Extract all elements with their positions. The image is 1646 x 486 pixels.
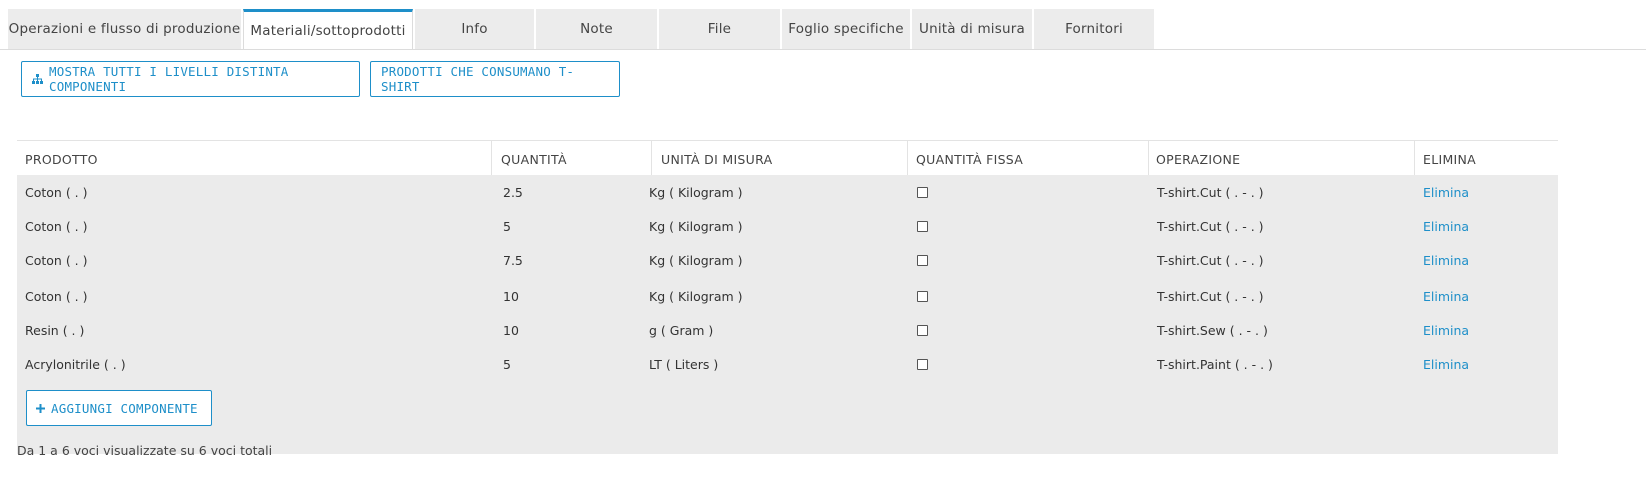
fixed-quantity-checkbox[interactable] xyxy=(917,359,928,370)
header-quantita-fissa[interactable]: QUANTITÀ FISSA xyxy=(916,152,1023,167)
table-header: PRODOTTO QUANTITÀ UNITÀ DI MISURA QUANTI… xyxy=(17,140,1558,175)
cell-quantita: 7.5 xyxy=(503,253,523,268)
cell-quantita: 2.5 xyxy=(503,185,523,200)
header-operazione[interactable]: OPERAZIONE xyxy=(1156,152,1240,167)
cell-operazione: T-shirt.Cut ( . - . ) xyxy=(1157,185,1264,200)
delete-link[interactable]: Elimina xyxy=(1423,185,1469,200)
table-row: Coton ( . ) 7.5 Kg ( Kilogram ) T-shirt.… xyxy=(17,244,1558,278)
cell-prodotto: Coton ( . ) xyxy=(25,289,88,304)
tab-file[interactable]: File xyxy=(659,9,780,49)
tab-foglio-specifiche[interactable]: Foglio specifiche xyxy=(782,9,910,49)
tab-note[interactable]: Note xyxy=(536,9,657,49)
delete-link[interactable]: Elimina xyxy=(1423,323,1469,338)
tab-fornitori[interactable]: Fornitori xyxy=(1034,9,1154,49)
cell-quantita: 5 xyxy=(503,219,511,234)
header-quantita[interactable]: QUANTITÀ xyxy=(501,152,567,167)
cell-quantita: 5 xyxy=(503,357,511,372)
table-row: Resin ( . ) 10 g ( Gram ) T-shirt.Sew ( … xyxy=(17,314,1558,348)
show-all-levels-label: MOSTRA TUTTI I LIVELLI DISTINTA COMPONEN… xyxy=(49,64,289,94)
tab-bar-divider xyxy=(0,49,1646,50)
cell-prodotto: Acrylonitrile ( . ) xyxy=(25,357,126,372)
add-component-button[interactable]: AGGIUNGI COMPONENTE xyxy=(26,390,212,426)
delete-link[interactable]: Elimina xyxy=(1423,357,1469,372)
cell-unita: Kg ( Kilogram ) xyxy=(649,253,743,268)
cell-quantita: 10 xyxy=(503,323,519,338)
cell-prodotto: Coton ( . ) xyxy=(25,253,88,268)
table-row: Acrylonitrile ( . ) 5 LT ( Liters ) T-sh… xyxy=(17,348,1558,382)
fixed-quantity-checkbox[interactable] xyxy=(917,325,928,336)
tab-unita-di-misura[interactable]: Unità di misura xyxy=(912,9,1032,49)
cell-operazione: T-shirt.Cut ( . - . ) xyxy=(1157,289,1264,304)
cell-prodotto: Resin ( . ) xyxy=(25,323,85,338)
tab-materiali[interactable]: Materiali/sottoprodotti xyxy=(243,9,413,50)
fixed-quantity-checkbox[interactable] xyxy=(917,221,928,232)
tab-operazioni[interactable]: Operazioni e flusso di produzione xyxy=(8,9,241,49)
fixed-quantity-checkbox[interactable] xyxy=(917,291,928,302)
table-row: Coton ( . ) 5 Kg ( Kilogram ) T-shirt.Cu… xyxy=(17,210,1558,244)
fixed-quantity-checkbox[interactable] xyxy=(917,255,928,266)
cell-prodotto: Coton ( . ) xyxy=(25,219,88,234)
hierarchy-icon xyxy=(32,74,43,84)
header-prodotto[interactable]: PRODOTTO xyxy=(25,152,98,167)
header-elimina: ELIMINA xyxy=(1423,152,1477,167)
delete-link[interactable]: Elimina xyxy=(1423,289,1469,304)
cell-prodotto: Coton ( . ) xyxy=(25,185,88,200)
cell-quantita: 10 xyxy=(503,289,519,304)
pagination-info: Da 1 a 6 voci visualizzate su 6 voci tot… xyxy=(17,443,273,458)
tab-info[interactable]: Info xyxy=(415,9,534,49)
cell-unita: g ( Gram ) xyxy=(649,323,714,338)
plus-icon xyxy=(36,403,45,413)
table-row: Coton ( . ) 10 Kg ( Kilogram ) T-shirt.C… xyxy=(17,280,1558,314)
consuming-products-button[interactable]: PRODOTTI CHE CONSUMANO T-SHIRT xyxy=(370,61,620,97)
cell-unita: Kg ( Kilogram ) xyxy=(649,289,743,304)
show-all-levels-button[interactable]: MOSTRA TUTTI I LIVELLI DISTINTA COMPONEN… xyxy=(21,61,360,97)
cell-operazione: T-shirt.Cut ( . - . ) xyxy=(1157,253,1264,268)
add-component-label: AGGIUNGI COMPONENTE xyxy=(51,400,198,416)
delete-link[interactable]: Elimina xyxy=(1423,219,1469,234)
header-unita[interactable]: UNITÀ DI MISURA xyxy=(661,152,772,167)
delete-link[interactable]: Elimina xyxy=(1423,253,1469,268)
cell-operazione: T-shirt.Cut ( . - . ) xyxy=(1157,219,1264,234)
fixed-quantity-checkbox[interactable] xyxy=(917,187,928,198)
tab-bar: Operazioni e flusso di produzione Materi… xyxy=(8,9,1156,50)
components-table: PRODOTTO QUANTITÀ UNITÀ DI MISURA QUANTI… xyxy=(17,140,1558,454)
cell-operazione: T-shirt.Paint ( . - . ) xyxy=(1157,357,1273,372)
toolbar: MOSTRA TUTTI I LIVELLI DISTINTA COMPONEN… xyxy=(21,61,620,97)
cell-unita: Kg ( Kilogram ) xyxy=(649,185,743,200)
table-row: Coton ( . ) 2.5 Kg ( Kilogram ) T-shirt.… xyxy=(17,176,1558,210)
consuming-products-label: PRODOTTI CHE CONSUMANO T-SHIRT xyxy=(381,64,575,94)
cell-unita: LT ( Liters ) xyxy=(649,357,719,372)
cell-unita: Kg ( Kilogram ) xyxy=(649,219,743,234)
cell-operazione: T-shirt.Sew ( . - . ) xyxy=(1157,323,1268,338)
